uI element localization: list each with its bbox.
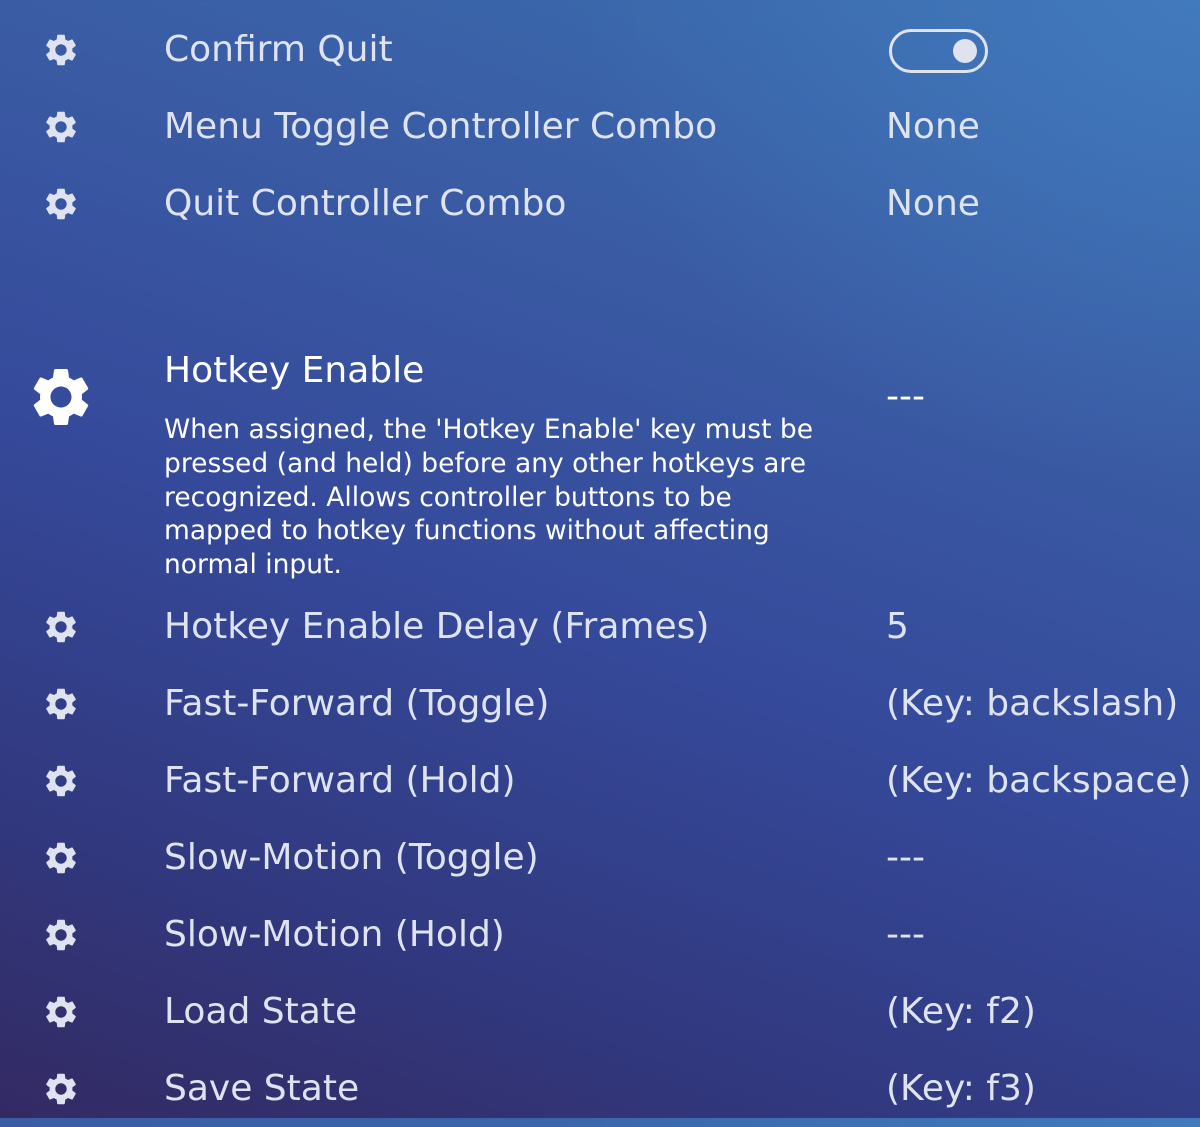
setting-row-quit-combo[interactable]: Quit Controller Combo None xyxy=(0,165,1200,242)
setting-row-load-state[interactable]: Load State (Key: f2) xyxy=(0,973,1200,1050)
gear-icon xyxy=(42,916,80,954)
setting-value: --- xyxy=(886,913,925,955)
setting-value: (Key: f2) xyxy=(886,990,1036,1032)
gear-icon xyxy=(42,1070,80,1108)
setting-label: Menu Toggle Controller Combo xyxy=(164,105,718,147)
gear-icon xyxy=(26,362,96,432)
setting-value: --- xyxy=(886,836,925,878)
setting-label: Hotkey Enable xyxy=(164,350,425,391)
setting-row-confirm-quit[interactable]: Confirm Quit xyxy=(0,11,1200,88)
gear-icon xyxy=(42,993,80,1031)
setting-value: (Key: backslash) xyxy=(886,682,1179,724)
setting-row-hotkey-enable[interactable]: Hotkey Enable --- When assigned, the 'Ho… xyxy=(0,340,1200,590)
setting-value: (Key: f3) xyxy=(886,1067,1036,1109)
setting-label: Fast-Forward (Toggle) xyxy=(164,682,550,724)
setting-label: Slow-Motion (Hold) xyxy=(164,913,505,955)
setting-row-fast-forward-hold[interactable]: Fast-Forward (Hold) (Key: backspace) xyxy=(0,742,1200,819)
setting-label: Fast-Forward (Hold) xyxy=(164,759,516,801)
gear-icon xyxy=(42,839,80,877)
setting-label: Confirm Quit xyxy=(164,28,393,70)
setting-value: None xyxy=(886,105,980,147)
setting-row-menu-toggle-combo[interactable]: Menu Toggle Controller Combo None xyxy=(0,88,1200,165)
setting-row-slow-motion-hold[interactable]: Slow-Motion (Hold) --- xyxy=(0,896,1200,973)
setting-label: Slow-Motion (Toggle) xyxy=(164,836,539,878)
gear-icon xyxy=(42,608,80,646)
setting-row-slow-motion-toggle[interactable]: Slow-Motion (Toggle) --- xyxy=(0,819,1200,896)
gear-icon xyxy=(42,762,80,800)
setting-label: Load State xyxy=(164,990,358,1032)
toggle-knob xyxy=(953,38,977,63)
setting-row-fast-forward-toggle[interactable]: Fast-Forward (Toggle) (Key: backslash) xyxy=(0,665,1200,742)
gear-icon xyxy=(42,185,80,223)
setting-label: Quit Controller Combo xyxy=(164,182,567,224)
gear-icon xyxy=(42,685,80,723)
settings-list: Confirm Quit Menu Toggle Controller Comb… xyxy=(0,0,1200,1118)
setting-value: None xyxy=(886,182,980,224)
setting-value: 5 xyxy=(886,605,909,647)
setting-row-hotkey-enable-delay[interactable]: Hotkey Enable Delay (Frames) 5 xyxy=(0,588,1200,665)
setting-row-save-state[interactable]: Save State (Key: f3) xyxy=(0,1050,1200,1127)
gear-icon xyxy=(42,108,80,146)
setting-label: Hotkey Enable Delay (Frames) xyxy=(164,605,710,647)
setting-value: (Key: backspace) xyxy=(886,759,1192,801)
gear-icon xyxy=(42,31,80,69)
setting-value: --- xyxy=(886,376,925,417)
setting-label: Save State xyxy=(164,1067,360,1109)
confirm-quit-toggle[interactable] xyxy=(889,28,988,73)
setting-description: When assigned, the 'Hotkey Enable' key m… xyxy=(164,414,814,581)
